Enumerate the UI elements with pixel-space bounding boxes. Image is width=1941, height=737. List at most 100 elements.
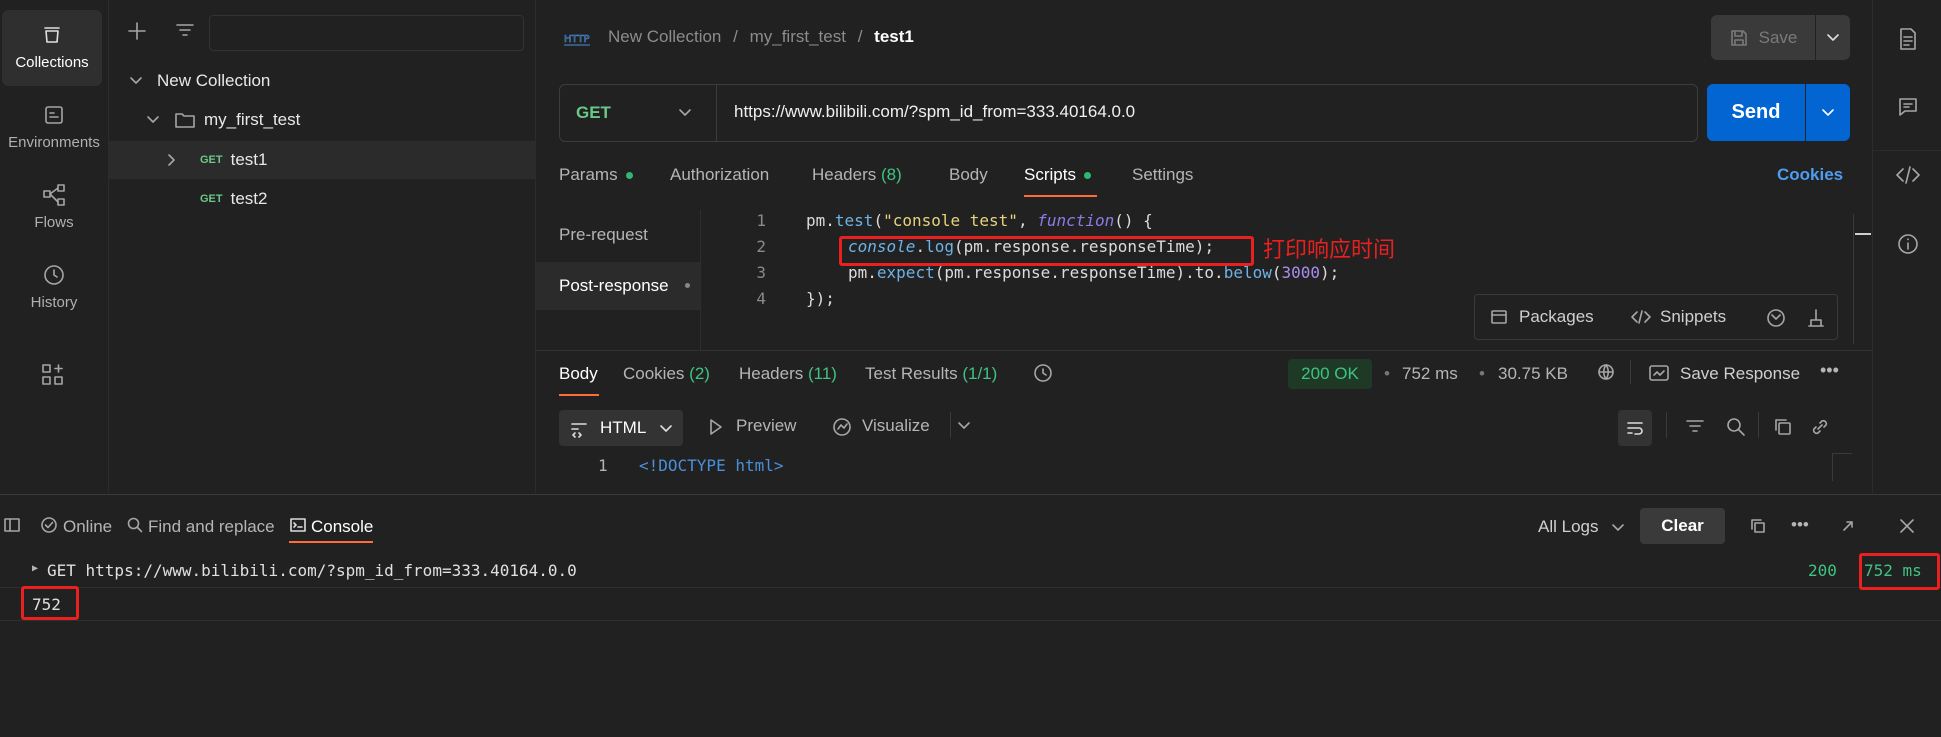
breadcrumb-folder[interactable]: my_first_test <box>750 27 846 46</box>
rail-environments[interactable]: Environments <box>0 90 108 166</box>
link-icon[interactable] <box>1809 416 1831 438</box>
comments-icon[interactable] <box>1897 96 1919 118</box>
send-options-button[interactable] <box>1806 84 1850 141</box>
tree-collection-row[interactable]: New Collection <box>109 62 535 100</box>
filter-icon[interactable] <box>174 20 196 42</box>
response-tab-cookies[interactable]: Cookies (2) <box>623 364 710 384</box>
url-input[interactable]: https://www.bilibili.com/?spm_id_from=33… <box>734 102 1135 122</box>
ai-assist-icon[interactable] <box>1765 307 1787 329</box>
snippets-button[interactable]: Snippets <box>1660 307 1726 327</box>
save-response-button[interactable]: Save Response <box>1680 364 1800 384</box>
response-body-line: 1 <!DOCTYPE html> <box>536 456 1836 480</box>
response-tab-test-results-label: Test Results <box>865 364 958 383</box>
add-workspace-icon[interactable] <box>40 362 66 388</box>
save-options-button[interactable] <box>1816 15 1850 60</box>
format-select[interactable]: HTML <box>559 410 683 446</box>
rail-history[interactable]: History <box>0 250 108 326</box>
console-tab[interactable]: Console <box>311 517 373 537</box>
more-options-icon[interactable]: ••• <box>1791 515 1809 535</box>
chevron-down-icon <box>129 74 143 88</box>
history-icon <box>41 262 67 288</box>
sidebar-toggle-icon[interactable] <box>3 516 21 534</box>
response-tab-headers-count: (11) <box>808 364 837 383</box>
snippets-icon <box>1630 307 1652 327</box>
log-level-value: All Logs <box>1538 517 1599 536</box>
annotation-text: 打印响应时间 <box>1263 237 1396 262</box>
copy-icon[interactable] <box>1772 416 1794 438</box>
response-tab-headers[interactable]: Headers (11) <box>739 364 837 384</box>
rail-collections-label: Collections <box>15 54 89 71</box>
tab-headers-count: (8) <box>881 165 902 184</box>
tree-request-row[interactable]: GET test1 <box>109 141 535 179</box>
tab-headers-label: Headers <box>812 165 877 184</box>
filter-icon[interactable] <box>1684 416 1706 438</box>
tab-settings[interactable]: Settings <box>1132 165 1193 185</box>
console-icon <box>289 516 307 534</box>
response-time[interactable]: 752 ms <box>1402 364 1458 384</box>
console-log-row[interactable]: ▶ GET https://www.bilibili.com/?spm_id_f… <box>0 557 1941 588</box>
divider <box>536 350 1872 351</box>
save-button[interactable]: Save <box>1711 15 1815 60</box>
pre-request-tab[interactable]: Pre-request <box>559 225 648 245</box>
tab-body[interactable]: Body <box>949 165 988 185</box>
breadcrumb-collection[interactable]: New Collection <box>608 27 721 46</box>
history-icon[interactable] <box>1032 362 1054 384</box>
tab-authorization[interactable]: Authorization <box>670 165 769 185</box>
response-tab-body[interactable]: Body <box>559 364 598 384</box>
tab-headers[interactable]: Headers (8) <box>812 165 902 185</box>
new-item-icon[interactable] <box>126 20 148 42</box>
editor-scrollbar[interactable] <box>1853 214 1854 344</box>
breadcrumb-request: test1 <box>874 27 914 46</box>
collections-icon <box>39 22 65 48</box>
visualize-button[interactable]: Visualize <box>862 416 930 436</box>
documentation-icon[interactable] <box>1897 27 1919 51</box>
tab-params[interactable]: Params <box>559 165 633 185</box>
method-select[interactable]: GET <box>560 85 717 141</box>
online-status[interactable]: Online <box>63 517 112 537</box>
rail-collections[interactable]: Collections <box>2 10 102 86</box>
send-button[interactable]: Send <box>1707 84 1805 141</box>
console-log-row[interactable]: 752 <box>0 588 1941 621</box>
scrollbar-thumb[interactable] <box>1855 233 1871 235</box>
chevron-down-icon <box>659 422 673 436</box>
post-response-label: Post-response <box>559 276 669 295</box>
cookies-link[interactable]: Cookies <box>1777 165 1843 185</box>
expand-icon[interactable] <box>1839 517 1857 535</box>
status-badge[interactable]: 200 OK <box>1288 359 1372 389</box>
save-icon <box>1729 28 1749 48</box>
log-level-select[interactable]: All Logs <box>1538 517 1625 537</box>
wrap-lines-toggle[interactable] <box>1618 410 1652 446</box>
search-icon[interactable] <box>1725 416 1747 438</box>
annotation-box <box>1859 553 1940 590</box>
clear-button[interactable]: Clear <box>1640 508 1725 544</box>
close-icon[interactable] <box>1897 516 1917 536</box>
status-dot <box>685 283 690 288</box>
sidebar-search-input[interactable] <box>209 15 524 51</box>
find-replace-button[interactable]: Find and replace <box>148 517 275 537</box>
svg-text:HTTP: HTTP <box>564 34 590 45</box>
response-tab-test-results[interactable]: Test Results (1/1) <box>865 364 997 384</box>
chevron-down-icon[interactable] <box>957 419 971 433</box>
post-response-tab[interactable]: Post-response <box>536 262 700 310</box>
tab-scripts[interactable]: Scripts <box>1024 165 1091 185</box>
method-badge: GET <box>200 193 223 205</box>
globe-lock-icon[interactable] <box>1596 362 1618 384</box>
response-tab-cookies-label: Cookies <box>623 364 685 383</box>
response-tab-test-results-count: (1/1) <box>962 364 998 383</box>
code-icon[interactable] <box>1895 164 1921 186</box>
response-size[interactable]: 30.75 KB <box>1498 364 1568 384</box>
visualize-icon <box>831 416 853 438</box>
chevron-down-icon <box>678 106 692 120</box>
rail-flows[interactable]: Flows <box>0 170 108 246</box>
tree-request-row[interactable]: GET test2 <box>109 180 535 218</box>
preview-button[interactable]: Preview <box>736 416 796 436</box>
more-options-icon[interactable]: ••• <box>1820 360 1839 381</box>
copy-icon[interactable] <box>1749 517 1767 535</box>
info-icon[interactable] <box>1896 232 1920 256</box>
broom-icon[interactable] <box>1805 307 1827 329</box>
packages-button[interactable]: Packages <box>1519 307 1594 327</box>
folder-icon <box>174 110 196 130</box>
line-number: 4 <box>756 289 766 308</box>
tree-folder-row[interactable]: my_first_test <box>109 101 535 139</box>
expand-triangle-icon[interactable]: ▶ <box>32 563 38 574</box>
